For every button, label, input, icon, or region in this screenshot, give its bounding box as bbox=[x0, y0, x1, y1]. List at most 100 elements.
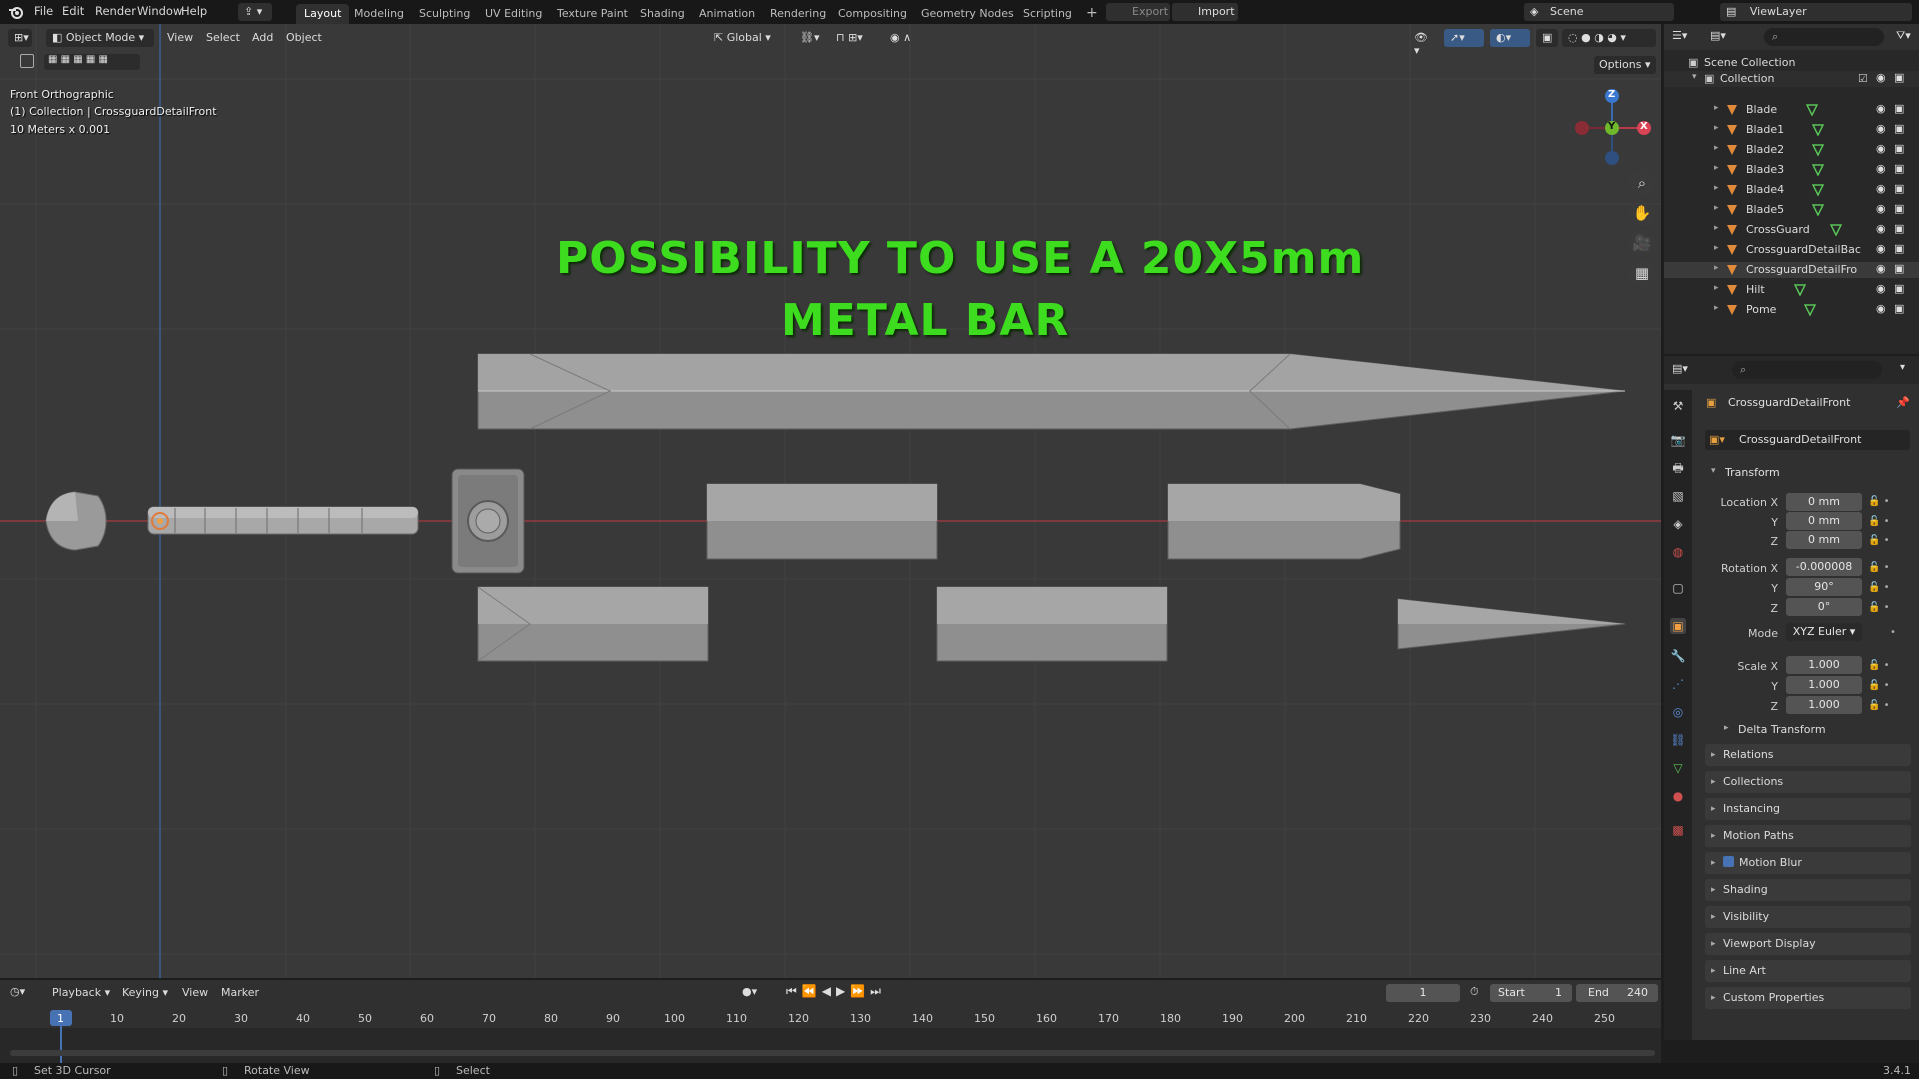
outliner-item-blade[interactable]: ▸ Blade ◉ ▣ bbox=[1664, 102, 1919, 118]
lock-icon[interactable]: 🔓 • bbox=[1868, 602, 1890, 613]
rotation-mode-dropdown[interactable]: XYZ Euler ▾ bbox=[1786, 623, 1862, 641]
properties-editor-icon[interactable]: ▤▾ bbox=[1672, 362, 1688, 375]
panel-motion-blur[interactable]: ▸ Motion Blur bbox=[1705, 852, 1911, 874]
expand-icon[interactable]: ▸ bbox=[1714, 303, 1719, 313]
upload-dropdown[interactable]: ⇪ ▾ bbox=[238, 3, 272, 21]
record-icon[interactable]: ●▾ bbox=[742, 985, 757, 998]
options-dropdown[interactable]: Options ▾ bbox=[1594, 56, 1656, 74]
outliner-item-blade4[interactable]: ▸ Blade4 ◉ ▣ bbox=[1664, 182, 1919, 198]
modifier-tab-icon[interactable]: 🔧 bbox=[1670, 648, 1686, 664]
lock-icon[interactable]: 🔓 • bbox=[1868, 535, 1890, 546]
ortho-toggle-icon[interactable]: ▦ bbox=[1629, 260, 1655, 286]
scale-z-field[interactable]: 1.000 bbox=[1786, 696, 1862, 714]
scale-x-field[interactable]: 1.000 bbox=[1786, 656, 1862, 674]
eye-icon[interactable]: ◉ bbox=[1876, 202, 1886, 215]
scale-y-field[interactable]: 1.000 bbox=[1786, 676, 1862, 694]
panel-instancing[interactable]: ▸ Instancing bbox=[1705, 798, 1911, 820]
eye-icon[interactable]: ◉ bbox=[1876, 71, 1886, 84]
tab-compositing[interactable]: Compositing bbox=[830, 4, 915, 24]
object-tab-icon[interactable]: ▣ bbox=[1670, 618, 1686, 634]
tab-animation[interactable]: Animation bbox=[691, 4, 763, 24]
mode-selector[interactable]: ◧ Object Mode ▾ bbox=[46, 29, 154, 47]
outliner-editor-icon[interactable]: ☰▾ bbox=[1672, 29, 1687, 42]
outliner-item-blade1[interactable]: ▸ Blade1 ◉ ▣ bbox=[1664, 122, 1919, 138]
panel-line-art[interactable]: ▸ Line Art bbox=[1705, 960, 1911, 982]
camera-icon[interactable]: ▣ bbox=[1894, 262, 1904, 275]
menu-file[interactable]: File bbox=[34, 4, 53, 18]
tool-tab-icon[interactable]: ⚒ bbox=[1670, 398, 1686, 414]
rotation-z-field[interactable]: 0° bbox=[1786, 598, 1862, 616]
proportional-edit-icon[interactable]: ◉ ∧ bbox=[884, 29, 928, 47]
lock-icon[interactable]: 🔓 • bbox=[1868, 496, 1890, 507]
menu-select[interactable]: Select bbox=[206, 31, 240, 44]
xray-icon[interactable]: ▣ bbox=[1536, 29, 1558, 47]
tab-shading[interactable]: Shading bbox=[632, 4, 693, 24]
outliner-item-blade5[interactable]: ▸ Blade5 ◉ ▣ bbox=[1664, 202, 1919, 218]
tab-layout[interactable]: Layout bbox=[296, 4, 350, 24]
eye-icon[interactable]: ◉ bbox=[1876, 302, 1886, 315]
view-layer-selector[interactable]: ▤ ViewLayer bbox=[1720, 3, 1912, 21]
camera-icon[interactable]: ▣ bbox=[1894, 122, 1904, 135]
camera-view-icon[interactable]: 🎥 bbox=[1629, 230, 1655, 256]
lock-icon[interactable]: 🔓 • bbox=[1868, 660, 1890, 671]
tab-scripting[interactable]: Scripting bbox=[1015, 4, 1080, 24]
export-button[interactable]: Export bbox=[1106, 3, 1170, 21]
outliner-item-crossguard-detail-front[interactable]: ▸ CrossguardDetailFro ◉ ▣ bbox=[1664, 262, 1919, 278]
expand-icon[interactable]: ▸ bbox=[1714, 263, 1719, 273]
camera-icon[interactable]: ▣ bbox=[1894, 142, 1904, 155]
menu-object[interactable]: Object bbox=[286, 31, 322, 44]
physics-tab-icon[interactable]: ◎ bbox=[1670, 704, 1686, 720]
expand-icon[interactable]: ▸ bbox=[1714, 183, 1719, 193]
camera-icon[interactable]: ▣ bbox=[1894, 182, 1904, 195]
visibility-icon[interactable]: 👁▾ bbox=[1408, 29, 1436, 57]
delta-transform-subpanel[interactable]: ▸ Delta Transform bbox=[1718, 720, 1908, 740]
tab-geometry-nodes[interactable]: Geometry Nodes bbox=[913, 4, 1022, 24]
tool-cursor-icon[interactable] bbox=[20, 54, 34, 68]
expand-icon[interactable]: ▸ bbox=[1714, 283, 1719, 293]
location-z-field[interactable]: 0 mm bbox=[1786, 531, 1862, 549]
keying-menu[interactable]: Keying ▾ bbox=[122, 986, 168, 999]
current-frame-field[interactable]: 1 bbox=[1386, 984, 1460, 1002]
lock-icon[interactable]: 🔓 • bbox=[1868, 700, 1890, 711]
lock-icon[interactable]: 🔓 • bbox=[1868, 680, 1890, 691]
display-mode-icon[interactable]: ▤▾ bbox=[1710, 29, 1726, 42]
outliner-item-blade2[interactable]: ▸ Blade2 ◉ ▣ bbox=[1664, 142, 1919, 158]
panel-collections[interactable]: ▸ Collections bbox=[1705, 771, 1911, 793]
eye-icon[interactable]: ◉ bbox=[1876, 142, 1886, 155]
motion-blur-checkbox[interactable] bbox=[1723, 856, 1734, 867]
tab-rendering[interactable]: Rendering bbox=[762, 4, 834, 24]
properties-options-icon[interactable]: ▾ bbox=[1900, 362, 1905, 373]
import-button[interactable]: Import bbox=[1172, 3, 1238, 21]
pan-hand-icon[interactable]: ✋ bbox=[1629, 200, 1655, 226]
outliner-search[interactable]: ⌕ bbox=[1764, 28, 1884, 46]
particles-tab-icon[interactable]: ⋰ bbox=[1670, 676, 1686, 692]
eye-icon[interactable]: ◉ bbox=[1876, 162, 1886, 175]
overlay-toggle-icon[interactable]: ◐▾ bbox=[1490, 29, 1530, 47]
data-tab-icon[interactable]: ▽ bbox=[1670, 760, 1686, 776]
navigation-gizmo[interactable]: Z Y X bbox=[1572, 86, 1652, 166]
timeline-editor-icon[interactable]: ◷▾ bbox=[10, 985, 25, 998]
panel-shading[interactable]: ▸ Shading bbox=[1705, 879, 1911, 901]
material-tab-icon[interactable]: ● bbox=[1670, 788, 1686, 804]
rotation-x-field[interactable]: -0.000008 bbox=[1786, 558, 1862, 576]
location-y-field[interactable]: 0 mm bbox=[1786, 512, 1862, 530]
eye-icon[interactable]: ◉ bbox=[1876, 122, 1886, 135]
transform-panel-header[interactable]: ▾ Transform bbox=[1705, 462, 1911, 484]
shading-mode-icons[interactable]: ◌ ● ◑ ◕ ▾ bbox=[1562, 29, 1656, 47]
view-layer-tab-icon[interactable]: ▧ bbox=[1670, 488, 1686, 504]
render-tab-icon[interactable]: 📷 bbox=[1670, 432, 1686, 448]
editor-type-icon[interactable]: ⊞▾ bbox=[8, 29, 32, 47]
collapse-icon[interactable]: ▾ bbox=[1692, 72, 1697, 82]
gizmo-toggle-icon[interactable]: ➚▾ bbox=[1444, 29, 1484, 47]
constraints-tab-icon[interactable]: ⛓ bbox=[1670, 732, 1686, 748]
start-frame-field[interactable]: Start 1 bbox=[1490, 984, 1572, 1002]
keyframe-dot-icon[interactable]: • bbox=[1890, 627, 1896, 638]
outliner-item-crossguard[interactable]: ▸ CrossGuard ◉ ▣ bbox=[1664, 222, 1919, 238]
lock-icon[interactable]: 🔓 • bbox=[1868, 562, 1890, 573]
scene-selector[interactable]: ◈ Scene bbox=[1524, 3, 1674, 21]
menu-view[interactable]: View bbox=[167, 31, 193, 44]
camera-icon[interactable]: ▣ bbox=[1894, 162, 1904, 175]
outliner-item-pome[interactable]: ▸ Pome ◉ ▣ bbox=[1664, 302, 1919, 318]
camera-icon[interactable]: ▣ bbox=[1894, 302, 1904, 315]
world-tab-icon[interactable]: ◍ bbox=[1670, 544, 1686, 560]
